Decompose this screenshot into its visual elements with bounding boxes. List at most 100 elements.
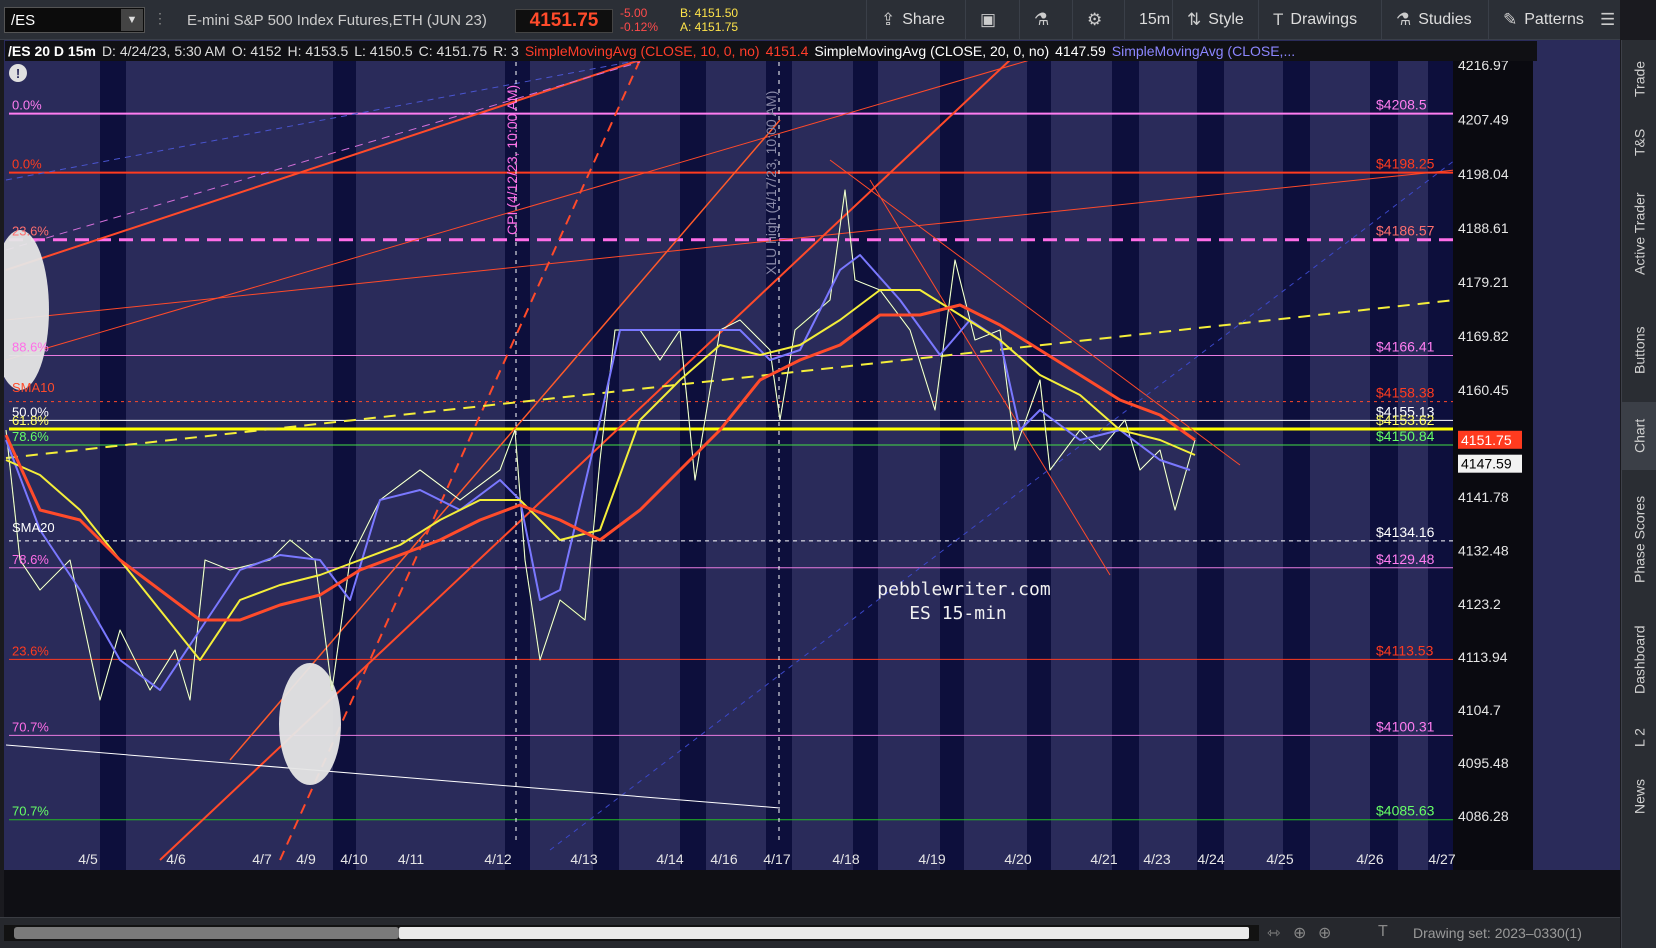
price-tick: 4104.7 <box>1458 702 1501 718</box>
bar-date: D: 4/24/23, 5:30 AM <box>101 43 226 59</box>
patterns-label: Patterns <box>1524 11 1584 28</box>
sma20-study-label[interactable]: SimpleMovingAvg (CLOSE, 20, 0, no) <box>811 43 1052 59</box>
flask-icon: ⚗ <box>1034 10 1050 29</box>
level-label: $4186.57 <box>1376 223 1435 239</box>
grip-icon[interactable]: ⋮ <box>153 10 167 27</box>
zoom-icon[interactable]: ⊕ <box>1318 923 1331 943</box>
price-tick: 4132.48 <box>1458 543 1509 559</box>
tab-phase-scores[interactable]: Phase Scores <box>1622 475 1656 603</box>
session-band <box>1370 60 1398 870</box>
alert-icon-glyph: ! <box>16 66 20 81</box>
fib-label: 78.6% <box>12 552 49 567</box>
price-tick: 4123.2 <box>1458 596 1501 612</box>
timeframe-label: 15m <box>1139 11 1171 28</box>
bar-range: R: 3 <box>493 43 519 59</box>
expand-icon[interactable]: ⇿ <box>1267 923 1280 943</box>
thinkorswim-window: /ES ▼ ⋮ E-mini S&P 500 Index Futures,ETH… <box>0 0 1656 948</box>
date-tick: 4/6 <box>166 851 186 867</box>
patterns-button[interactable]: ✎ Patterns <box>1488 0 1598 40</box>
xlu-annotation: XLU high (4/17/23, 10:00 AM) <box>763 91 779 275</box>
chart-canvas[interactable]: CPI (4/12/23, 10:00 AM) XLU high (4/17/23… <box>4 40 1620 917</box>
sma-third-study-label[interactable]: SimpleMovingAvg (CLOSE,... <box>1109 43 1298 59</box>
level-label: $4158.38 <box>1376 385 1435 401</box>
hamburger-icon: ☰ <box>1600 10 1616 29</box>
settings-button[interactable]: ⚙ <box>1072 0 1116 40</box>
candles-icon: ⇅ <box>1187 10 1202 29</box>
crosshair-icon[interactable]: ⊕ <box>1293 923 1306 943</box>
tab-news[interactable]: News <box>1622 766 1656 826</box>
price-chart[interactable]: CPI (4/12/23, 10:00 AM) XLU high (4/17/23… <box>4 40 1620 917</box>
fib-label: 78.6% <box>12 429 49 444</box>
studies-button[interactable]: ⚗ Studies <box>1381 0 1486 40</box>
price-tick: 4169.82 <box>1458 328 1509 344</box>
watermark-site: pebblewriter.com <box>877 579 1050 600</box>
fib-label: 0.0% <box>12 98 42 113</box>
flask-button[interactable]: ⚗ <box>1019 0 1063 40</box>
fib-label: 88.6% <box>12 340 49 355</box>
fib-label: 61.8% <box>12 413 49 428</box>
price-tick: 4207.49 <box>1458 111 1509 127</box>
drawing-set-label[interactable]: Drawing set: 2023–0330(1) <box>1413 925 1582 941</box>
date-tick: 4/17 <box>763 851 790 867</box>
level-label: $4208.5 <box>1376 97 1427 113</box>
symbol-description: E-mini S&P 500 Index Futures,ETH (JUN 23… <box>187 12 487 29</box>
session-band <box>1428 60 1455 870</box>
date-tick: 4/14 <box>656 851 683 867</box>
level-label: $4153.62 <box>1376 412 1435 428</box>
tab-level2[interactable]: L 2 <box>1622 716 1656 760</box>
side-panel-tabs: Trade T&S Active Trader Buttons Chart Ph… <box>1621 40 1656 948</box>
date-tick: 4/24 <box>1197 851 1224 867</box>
session-band <box>1283 60 1310 870</box>
session-band <box>1112 60 1139 870</box>
tab-chart[interactable]: Chart <box>1622 402 1656 470</box>
symbol-text: /ES <box>11 12 36 29</box>
fib-label: 23.6% <box>12 224 49 239</box>
date-tick: 4/20 <box>1004 851 1031 867</box>
session-band <box>1027 60 1051 870</box>
date-tick: 4/16 <box>710 851 737 867</box>
session-band <box>940 60 964 870</box>
date-tick: 4/5 <box>78 851 98 867</box>
symbol-input[interactable]: /ES ▼ <box>4 7 145 33</box>
fib-label: 70.7% <box>12 719 49 734</box>
menu-button[interactable]: ☰ <box>1594 0 1621 40</box>
studies-label: Studies <box>1418 11 1472 28</box>
tab-buttons[interactable]: Buttons <box>1622 302 1656 398</box>
scroll-thumb[interactable] <box>399 927 1249 939</box>
price-tick: 4198.04 <box>1458 166 1509 182</box>
watermark-sub: ES 15-min <box>909 603 1007 624</box>
flask-icon: ⚗ <box>1396 10 1412 29</box>
layout-button[interactable]: ▣ <box>965 0 1010 40</box>
date-tick: 4/10 <box>340 851 367 867</box>
level-label: $4085.63 <box>1376 803 1435 819</box>
price-tick: 4179.21 <box>1458 274 1509 290</box>
bar-open: O: 4152 <box>231 43 282 59</box>
sma10-study-label[interactable]: SimpleMovingAvg (CLOSE, 10, 0, no) <box>522 43 763 59</box>
symbol-dropdown-icon[interactable]: ▼ <box>121 9 143 31</box>
horizontal-scrollbar[interactable] <box>4 925 1259 941</box>
price-tick: 4113.94 <box>1458 649 1508 665</box>
tab-active-trader[interactable]: Active Trader <box>1622 174 1656 294</box>
level-label: $4100.31 <box>1376 718 1435 734</box>
date-tick: 4/13 <box>570 851 597 867</box>
tab-dashboard[interactable]: Dashboard <box>1622 610 1656 710</box>
drawings-button[interactable]: T Drawings <box>1258 0 1371 40</box>
level-label: $4113.53 <box>1376 642 1434 658</box>
sma20-study-value: 4147.59 <box>1055 43 1106 59</box>
tab-time-and-sales[interactable]: T&S <box>1622 116 1656 168</box>
sma10-tag: SMA10 <box>12 380 55 395</box>
level-label: $4198.25 <box>1376 156 1435 172</box>
bar-close: C: 4151.75 <box>418 43 488 59</box>
share-button[interactable]: ⇪ Share <box>866 0 959 40</box>
text-tool-icon[interactable]: T <box>1378 923 1388 941</box>
date-axis-background <box>4 870 1620 917</box>
change-value: -5.00 <box>620 6 648 20</box>
date-tick: 4/23 <box>1143 851 1170 867</box>
last-price: 4151.75 <box>515 9 613 33</box>
bid-ask: B: 4151.50 A: 4151.75 <box>680 6 738 34</box>
price-tick: 4141.78 <box>1458 489 1509 505</box>
price-tick: 4188.61 <box>1458 220 1509 236</box>
tab-trade[interactable]: Trade <box>1622 48 1656 110</box>
session-band <box>1197 60 1224 870</box>
style-button[interactable]: ⇅ Style <box>1172 0 1258 40</box>
